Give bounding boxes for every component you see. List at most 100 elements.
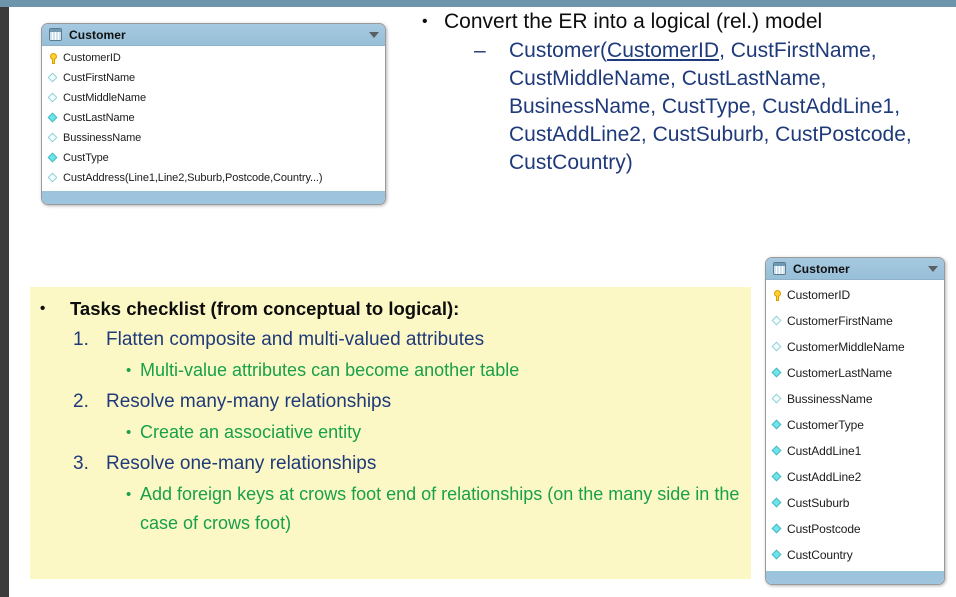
checklist-item: 2. Resolve many-many relationships xyxy=(40,386,741,417)
relation-definition: Customer(CustomerID, CustFirstName, Cust… xyxy=(509,37,948,177)
checklist-heading-row: • Tasks checklist (from conceptual to lo… xyxy=(40,295,741,323)
table-icon xyxy=(49,28,62,41)
attribute-label: CustAddLine2 xyxy=(787,470,862,484)
bullet-level1: • Convert the ER into a logical (rel.) m… xyxy=(418,8,948,35)
entity-header[interactable]: Customer xyxy=(42,24,385,46)
bullet-marker-icon: • xyxy=(126,424,132,441)
attribute-diamond-icon xyxy=(772,316,783,327)
attribute-label: CustCountry xyxy=(787,548,853,562)
primary-key-icon xyxy=(772,289,783,301)
attribute-row[interactable]: CustomerID xyxy=(766,282,944,308)
attribute-label: CustType xyxy=(63,152,109,164)
checklist-heading: Tasks checklist (from conceptual to logi… xyxy=(70,298,460,319)
attribute-row[interactable]: CustomerType xyxy=(766,412,944,438)
attribute-diamond-icon xyxy=(772,550,783,561)
attribute-diamond-icon xyxy=(772,524,783,535)
attribute-row[interactable]: CustAddLine1 xyxy=(766,438,944,464)
attribute-row[interactable]: CustFirstName xyxy=(42,68,385,88)
entity-footer xyxy=(766,570,944,584)
attribute-label: CustFirstName xyxy=(63,72,136,84)
attribute-diamond-icon xyxy=(772,446,783,457)
bullet-level2: – Customer(CustomerID, CustFirstName, Cu… xyxy=(418,37,948,177)
checklist-item: 1. Flatten composite and multi-valued at… xyxy=(40,324,741,355)
checklist-subitem: • Add foreign keys at crows foot end of … xyxy=(40,480,741,538)
checklist-item: 3. Resolve one-many relationships xyxy=(40,448,741,479)
entity-box-customer-conceptual[interactable]: Customer CustomerID CustFirstName CustMi… xyxy=(41,23,386,205)
attribute-row[interactable]: CustType xyxy=(42,148,385,168)
attribute-diamond-icon xyxy=(772,420,783,431)
table-icon xyxy=(773,262,786,275)
attribute-row[interactable]: CustMiddleName xyxy=(42,88,385,108)
bullet-marker-icon: • xyxy=(126,362,132,379)
attribute-label: CustSuburb xyxy=(787,496,850,510)
chevron-down-icon[interactable] xyxy=(928,265,938,272)
checklist-item-text: Resolve one-many relationships xyxy=(106,453,377,474)
bullet-marker-icon: • xyxy=(126,486,132,503)
attribute-label: CustAddLine1 xyxy=(787,444,862,458)
bullet-marker-icon: • xyxy=(40,300,46,317)
attribute-row[interactable]: CustomerMiddleName xyxy=(766,334,944,360)
checklist-subitem: • Multi-value attributes can become anot… xyxy=(40,356,741,385)
attribute-row[interactable]: CustomerLastName xyxy=(766,360,944,386)
primary-key-icon xyxy=(48,52,59,64)
attribute-diamond-icon xyxy=(772,498,783,509)
checklist-subitem: • Create an associative entity xyxy=(40,418,741,447)
attribute-diamond-icon xyxy=(48,73,59,84)
attribute-row[interactable]: CustAddress(Line1,Line2,Suburb,Postcode,… xyxy=(42,168,385,188)
relation-prefix: Customer( xyxy=(509,39,608,62)
attribute-label: CustomerFirstName xyxy=(787,314,893,328)
bullet-marker-icon: • xyxy=(422,13,428,30)
entity-attribute-list: CustomerID CustomerFirstName CustomerMid… xyxy=(766,280,944,570)
entity-header[interactable]: Customer xyxy=(766,258,944,280)
attribute-diamond-icon xyxy=(772,368,783,379)
relation-primary-key: CustomerID xyxy=(607,39,720,62)
attribute-label: CustAddress(Line1,Line2,Suburb,Postcode,… xyxy=(63,172,323,184)
attribute-row[interactable]: CustomerFirstName xyxy=(766,308,944,334)
attribute-row[interactable]: CustSuburb xyxy=(766,490,944,516)
bullet-level1-text: Convert the ER into a logical (rel.) mod… xyxy=(444,10,823,33)
attribute-row[interactable]: CustCountry xyxy=(766,542,944,568)
attribute-diamond-icon xyxy=(48,93,59,104)
checklist-subitem-text: Multi-value attributes can become anothe… xyxy=(140,360,520,380)
attribute-label: BussinessName xyxy=(63,132,142,144)
attribute-row[interactable]: BussinessName xyxy=(42,128,385,148)
checklist-subitem-text: Create an associative entity xyxy=(140,422,362,442)
attribute-label: CustomerLastName xyxy=(787,366,893,380)
attribute-label: CustMiddleName xyxy=(63,92,146,104)
attribute-diamond-icon xyxy=(48,153,59,164)
attribute-diamond-icon xyxy=(48,113,59,124)
checklist-item-text: Flatten composite and multi-valued attri… xyxy=(106,329,485,350)
attribute-diamond-icon xyxy=(48,173,59,184)
attribute-row[interactable]: CustAddLine2 xyxy=(766,464,944,490)
attribute-row[interactable]: CustLastName xyxy=(42,108,385,128)
bulleted-text-block: • Convert the ER into a logical (rel.) m… xyxy=(418,8,948,177)
attribute-diamond-icon xyxy=(772,472,783,483)
slide-canvas: Customer CustomerID CustFirstName CustMi… xyxy=(0,0,956,597)
attribute-label: BussinessName xyxy=(787,392,873,406)
attribute-diamond-icon xyxy=(772,342,783,353)
checklist-item-text: Resolve many-many relationships xyxy=(106,391,392,412)
attribute-label: CustomerID xyxy=(63,52,121,64)
entity-attribute-list: CustomerID CustFirstName CustMiddleName … xyxy=(42,46,385,190)
attribute-row[interactable]: CustomerID xyxy=(42,48,385,68)
attribute-label: CustLastName xyxy=(63,112,135,124)
chevron-down-icon[interactable] xyxy=(369,31,379,38)
entity-title: Customer xyxy=(793,261,850,276)
attribute-label: CustomerType xyxy=(787,418,864,432)
attribute-diamond-icon xyxy=(48,133,59,144)
checklist-item-number: 2. xyxy=(73,391,89,412)
dash-marker-icon: – xyxy=(474,39,486,62)
attribute-label: CustPostcode xyxy=(787,522,861,536)
attribute-label: CustomerID xyxy=(787,288,851,302)
checklist-item-number: 3. xyxy=(73,453,89,474)
tasks-checklist-panel: • Tasks checklist (from conceptual to lo… xyxy=(30,287,751,579)
entity-box-customer-logical[interactable]: Customer CustomerID CustomerFirstName Cu… xyxy=(765,257,945,585)
left-accent-bar xyxy=(0,7,9,597)
checklist-item-number: 1. xyxy=(73,329,89,350)
attribute-row[interactable]: BussinessName xyxy=(766,386,944,412)
attribute-label: CustomerMiddleName xyxy=(787,340,905,354)
entity-title: Customer xyxy=(69,27,126,42)
attribute-row[interactable]: CustPostcode xyxy=(766,516,944,542)
attribute-diamond-icon xyxy=(772,394,783,405)
checklist-subitem-text: Add foreign keys at crows foot end of re… xyxy=(140,484,740,533)
